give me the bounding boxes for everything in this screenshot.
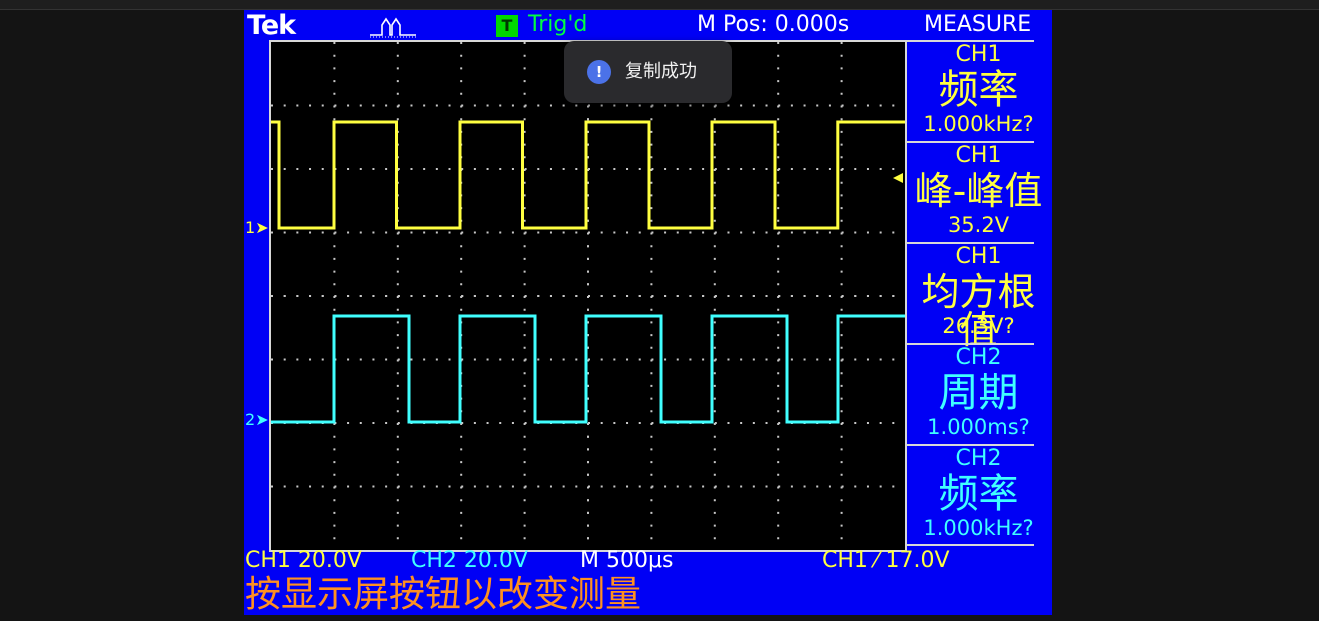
trigger-level-marker xyxy=(893,173,903,183)
measure-value: 1.000kHz? xyxy=(923,112,1034,136)
measure-source: CH2 xyxy=(955,345,1002,370)
measure-value: 26.3V? xyxy=(942,314,1015,338)
menu-divider xyxy=(905,544,1034,546)
measure-type: 频率 xyxy=(938,471,1019,517)
measure-source: CH2 xyxy=(955,446,1002,471)
main-position-readout: M Pos: 0.000s xyxy=(697,12,850,37)
waveform-graticule xyxy=(269,40,907,552)
measure-slot-4[interactable]: CH2 周期 1.000ms? xyxy=(905,343,1052,444)
measure-source: CH1 xyxy=(955,143,1002,168)
trigger-status: Trig'd xyxy=(528,12,588,37)
measure-source: CH1 xyxy=(955,42,1002,67)
measure-value: 35.2V xyxy=(947,213,1010,237)
trigger-badge: T xyxy=(496,15,518,37)
timebase-readout: M 500μs xyxy=(580,548,674,573)
measure-source: CH1 xyxy=(955,244,1002,269)
menu-title: MEASURE xyxy=(924,12,1032,37)
info-icon: ! xyxy=(587,60,611,84)
measure-value: 1.000ms? xyxy=(927,415,1030,439)
measure-type: 周期 xyxy=(938,370,1019,416)
copy-success-toast: ! 复制成功 xyxy=(564,41,732,103)
measure-slot-1[interactable]: CH1 频率 1.000kHz? xyxy=(905,40,1052,141)
ch1-scale-readout: CH1 20.0V xyxy=(245,548,362,573)
measure-slot-3[interactable]: CH1 均方根值 26.3V? xyxy=(905,242,1052,349)
measure-value: 1.000kHz? xyxy=(923,516,1034,540)
pulse-acquire-icon xyxy=(370,16,420,42)
measure-type: 峰-峰值 xyxy=(914,169,1043,213)
ch2-ground-marker: 2➤ xyxy=(245,410,269,429)
measure-slot-2[interactable]: CH1 峰-峰值 35.2V xyxy=(905,141,1052,242)
ch2-waveform xyxy=(271,314,905,424)
trigger-readout: CH1 ⁄ 17.0V xyxy=(822,548,950,573)
brand-logo: Tek xyxy=(247,10,296,41)
ch2-scale-readout: CH2 20.0V xyxy=(411,548,528,573)
ch1-waveform xyxy=(271,120,905,230)
measure-type: 频率 xyxy=(938,67,1019,113)
help-message: 按显示屏按钮以改变测量 xyxy=(245,574,642,615)
measure-side-menu: CH1 频率 1.000kHz? CH1 峰-峰值 35.2V CH1 均方根值… xyxy=(905,40,1052,550)
graticule-canvas xyxy=(271,42,905,550)
toast-text: 复制成功 xyxy=(625,61,697,82)
browser-top-bar xyxy=(0,0,1319,10)
ch1-ground-marker: 1➤ xyxy=(245,218,269,237)
measure-slot-5[interactable]: CH2 频率 1.000kHz? xyxy=(905,444,1052,546)
